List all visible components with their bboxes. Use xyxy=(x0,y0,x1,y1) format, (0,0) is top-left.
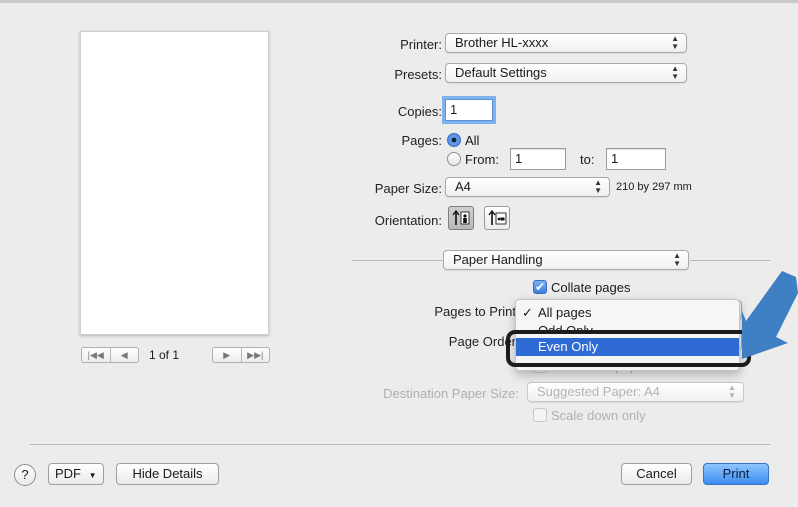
highlight-box xyxy=(506,330,751,367)
page-preview xyxy=(80,31,269,335)
printer-label: Printer: xyxy=(400,37,442,52)
portrait-orientation-icon xyxy=(452,209,470,225)
menu-item-all-pages[interactable]: ✓ All pages xyxy=(516,304,739,322)
section-separator-right xyxy=(690,260,770,261)
pages-from-input[interactable]: 1 xyxy=(510,148,566,170)
destination-paper-size-label: Destination Paper Size: xyxy=(383,386,519,401)
paper-size-popup[interactable]: A4 ▲ ▼ xyxy=(445,177,610,197)
collate-checkbox[interactable]: ✔ xyxy=(533,280,547,294)
portrait-orientation-button[interactable] xyxy=(448,206,474,230)
paper-dimensions: 210 by 297 mm xyxy=(616,181,692,193)
print-dialog: |◀◀ ◀ 1 of 1 ▶ ▶▶| Printer: Brother HL-x… xyxy=(0,0,798,507)
section-separator-left xyxy=(352,260,442,261)
popup-arrows-icon: ▲ ▼ xyxy=(671,34,679,51)
popup-arrows-icon: ▲ ▼ xyxy=(673,251,681,268)
landscape-orientation-icon xyxy=(488,209,507,225)
presets-value: Default Settings xyxy=(455,65,547,80)
pages-label: Pages: xyxy=(401,133,442,148)
pages-from-radio[interactable] xyxy=(447,152,461,166)
footer-separator xyxy=(30,444,770,445)
pages-from-label: From: xyxy=(465,152,499,167)
pages-to-input[interactable]: 1 xyxy=(606,148,666,170)
checkmark-icon: ✓ xyxy=(522,305,533,320)
hide-details-button[interactable]: Hide Details xyxy=(116,463,219,485)
pages-to-label: to: xyxy=(580,152,595,167)
pages-to-print-label: Pages to Print xyxy=(434,304,516,319)
section-popup[interactable]: Paper Handling ▲ ▼ xyxy=(443,250,689,270)
last-page-icon[interactable]: ▶▶| xyxy=(240,348,270,362)
pdf-button[interactable]: PDF ▼ xyxy=(48,463,104,485)
collate-label: Collate pages xyxy=(551,280,631,295)
menu-item-label: All pages xyxy=(538,305,592,320)
presets-label: Presets: xyxy=(394,67,442,82)
copies-label: Copies: xyxy=(397,104,442,119)
print-button[interactable]: Print xyxy=(703,463,769,485)
presets-popup[interactable]: Default Settings ▲ ▼ xyxy=(445,63,687,83)
landscape-orientation-button[interactable] xyxy=(484,206,510,230)
cancel-button[interactable]: Cancel xyxy=(621,463,692,485)
section-value: Paper Handling xyxy=(453,252,543,267)
callout-arrow-icon xyxy=(742,271,798,359)
next-page-icon[interactable]: ▶ xyxy=(213,348,241,362)
first-prev-page-buttons[interactable]: |◀◀ ◀ xyxy=(81,347,139,363)
printer-value: Brother HL-xxxx xyxy=(455,35,549,50)
pdf-label: PDF xyxy=(55,466,81,481)
prev-page-icon[interactable]: ◀ xyxy=(109,348,139,362)
paper-size-value: A4 xyxy=(455,179,471,194)
orientation-label: Orientation: xyxy=(374,213,442,228)
first-page-icon[interactable]: |◀◀ xyxy=(82,348,110,362)
popup-arrows-icon: ▲ ▼ xyxy=(594,178,602,195)
copies-input[interactable]: 1 xyxy=(445,99,493,121)
pages-all-label: All xyxy=(465,133,480,148)
destination-paper-size-value: Suggested Paper: A4 xyxy=(537,384,660,399)
page-indicator: 1 of 1 xyxy=(149,348,180,362)
pages-all-radio[interactable] xyxy=(447,133,461,147)
popup-arrows-icon: ▲ ▼ xyxy=(728,383,736,400)
help-button[interactable]: ? xyxy=(14,464,36,486)
next-last-page-buttons[interactable]: ▶ ▶▶| xyxy=(212,347,270,363)
destination-paper-size-popup[interactable]: Suggested Paper: A4 ▲ ▼ xyxy=(527,382,744,402)
paper-size-label: Paper Size: xyxy=(374,181,442,196)
scale-down-only-checkbox[interactable] xyxy=(533,408,547,422)
printer-popup[interactable]: Brother HL-xxxx ▲ ▼ xyxy=(445,33,687,53)
chevron-down-icon: ▼ xyxy=(88,471,97,480)
scale-down-only-label: Scale down only xyxy=(551,408,646,423)
popup-arrows-icon: ▲ ▼ xyxy=(671,64,679,81)
